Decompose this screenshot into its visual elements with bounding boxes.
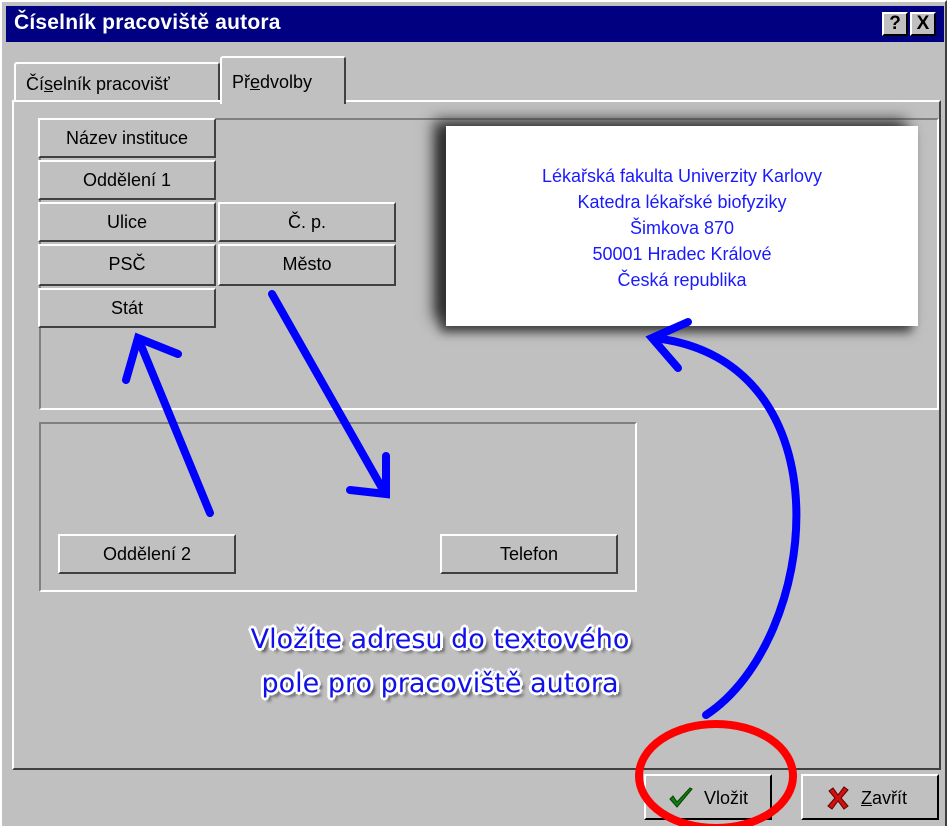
ulice-button[interactable]: Ulice <box>38 202 216 242</box>
insert-label: Vložit <box>704 788 749 808</box>
mesto-button[interactable]: Město <box>218 244 396 286</box>
window-title: Číselník pracoviště autora <box>14 11 281 34</box>
preview-line-institution: Lékařská fakulta Univerzity Karlovy <box>541 166 823 186</box>
insert-button[interactable]: Vložit <box>644 774 772 820</box>
preview-line-street: Šimkova 870 <box>629 218 735 238</box>
title-bar: Číselník pracoviště autora ? X <box>6 6 944 42</box>
close-button[interactable]: Zavřít <box>801 774 939 820</box>
oddeleni-1-button[interactable]: Oddělení 1 <box>38 160 216 200</box>
oddeleni-2-button[interactable]: Oddělení 2 <box>58 534 236 574</box>
psc-button[interactable]: PSČ <box>38 244 216 286</box>
tab-label: Předvolby <box>232 72 313 92</box>
telefon-button[interactable]: Telefon <box>440 534 618 574</box>
tab-label: Číselník pracovišť <box>26 74 170 94</box>
help-button[interactable]: ? <box>882 12 908 36</box>
preview-line-city: 50001 Hradec Králové <box>592 244 772 264</box>
preview-line-department: Katedra lékařské biofyziky <box>577 192 787 212</box>
preview-line-country: Česká republika <box>617 270 747 290</box>
address-preview-box: Lékařská fakulta Univerzity Karlovy Kate… <box>446 126 918 326</box>
close-window-button[interactable]: X <box>910 12 936 36</box>
tab-predvolby[interactable]: Předvolby <box>220 56 346 104</box>
nazev-instituce-button[interactable]: Název instituce <box>38 118 216 158</box>
tab-ciselnik-pracovist[interactable]: Číselník pracovišť <box>14 62 220 102</box>
x-icon <box>827 786 849 810</box>
stat-button[interactable]: Stát <box>38 288 216 328</box>
check-icon <box>669 787 693 808</box>
cislo-popisne-button[interactable]: Č. p. <box>218 202 396 242</box>
annotation-text: Vložíte adresu do textového pole pro pra… <box>250 624 630 699</box>
close-label: Zavřít <box>861 788 908 808</box>
